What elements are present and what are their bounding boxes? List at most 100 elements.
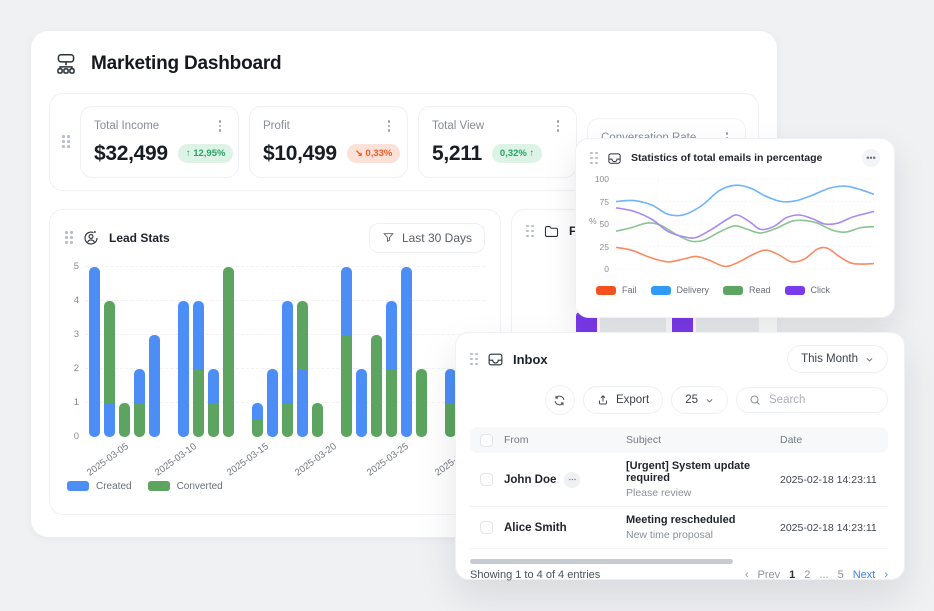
dashboard-header: Marketing Dashboard [31, 31, 777, 91]
pagination-prev[interactable]: Prev [758, 569, 781, 581]
lead-stats-card: Lead Stats Last 30 Days 543210 [49, 209, 501, 515]
search-input[interactable] [769, 394, 875, 406]
lead-bar [386, 267, 397, 437]
pagination-ellipsis[interactable]: ... [819, 569, 828, 581]
pagination-chev-next[interactable]: › [884, 569, 888, 581]
lead-bar [371, 267, 382, 437]
email-stats-title: Statistics of total emails in percentage [631, 152, 822, 164]
lead-bar-segment-created [193, 301, 204, 369]
lead-bar [119, 267, 130, 437]
stats-drag-handle[interactable] [62, 135, 70, 148]
inbox-table: From Subject Date John Doe⋯[Urgent] Syst… [470, 427, 888, 549]
trend-badge: 0,32% ↑ [492, 144, 542, 163]
lead-bar-segment-converted [193, 369, 204, 437]
lead-plot [85, 267, 485, 437]
lead-bar-segment-converted [223, 267, 234, 437]
pagination-chev-prev[interactable]: ‹ [745, 569, 749, 581]
table-header-row: From Subject Date [470, 427, 888, 453]
funnel-icon [382, 231, 395, 244]
kebab-menu-icon[interactable] [384, 118, 395, 134]
stat-label: Total View [432, 120, 484, 132]
period-dropdown[interactable]: This Month [787, 345, 888, 373]
lead-bar [356, 267, 367, 437]
legend-swatch [651, 286, 671, 295]
email-stats-card: Statistics of total emails in percentage… [575, 138, 895, 318]
refresh-icon [553, 394, 566, 407]
lead-bar-segment-converted [312, 403, 323, 437]
kebab-menu-icon[interactable] [215, 118, 226, 134]
inbox-card: Inbox This Month [455, 332, 905, 580]
lead-bar-segment-created [297, 369, 308, 437]
lead-bar-segment-converted [134, 403, 145, 437]
scrollbar-thumb[interactable] [470, 559, 733, 564]
showing-entries-text: Showing 1 to 4 of 4 entries [470, 569, 600, 581]
legend-item-fail: Fail [596, 285, 637, 295]
legend-item-read: Read [723, 285, 771, 295]
lead-bar-segment-converted [371, 335, 382, 437]
column-header-date: Date [780, 434, 886, 446]
email-y-tick: 50 [600, 219, 609, 229]
column-header-from: From [504, 434, 626, 446]
kebab-menu-icon[interactable] [553, 118, 564, 134]
row-checkbox[interactable] [480, 473, 493, 486]
lead-bar [104, 267, 115, 437]
envelope-icon [607, 151, 622, 166]
lead-bar [297, 267, 308, 437]
folder-drag-handle[interactable] [526, 225, 534, 238]
date-cell: 2025-02-18 14:23:11 [780, 522, 886, 534]
more-options-button[interactable]: ••• [862, 149, 880, 167]
folder-icon [543, 223, 560, 240]
screen: Marketing Dashboard Total Income $32,499… [0, 0, 934, 611]
lead-bar-segment-converted [386, 369, 397, 437]
inbox-table-row[interactable]: John Doe⋯[Urgent] System update required… [470, 453, 888, 507]
column-header-subject: Subject [626, 434, 780, 446]
lead-x-tick: 2025-03-25 [365, 441, 411, 478]
lead-bar [267, 267, 278, 437]
pagination-page-1[interactable]: 1 [789, 569, 795, 581]
search-field[interactable] [736, 387, 888, 413]
lead-y-tick: 1 [74, 397, 79, 408]
pagination-page-2[interactable]: 2 [804, 569, 810, 581]
lead-bar [401, 267, 412, 437]
inbox-drag-handle[interactable] [470, 353, 478, 366]
stat-card-total-view: Total View 5,211 0,32% ↑ [418, 106, 577, 178]
legend-item-created: Created [67, 481, 132, 492]
lead-y-tick: 3 [74, 329, 79, 340]
lead-y-axis: 543210 [65, 267, 85, 437]
lead-stats-drag-handle[interactable] [65, 231, 73, 244]
lead-bar-chart: 543210 [65, 267, 485, 437]
lead-bar-segment-created [356, 369, 367, 437]
lead-bar-segment-converted [104, 301, 115, 403]
export-button[interactable]: Export [583, 386, 663, 414]
date-cell: 2025-02-18 14:23:11 [780, 474, 886, 486]
stat-card-total-income: Total Income $32,499 ↑ 12,95% [80, 106, 239, 178]
legend-swatch [596, 286, 616, 295]
period-value: This Month [801, 353, 858, 365]
lead-bar-segment-created [267, 369, 278, 437]
lead-bar-segment-created [341, 267, 352, 335]
search-icon [749, 394, 761, 406]
export-icon [597, 394, 609, 406]
row-checkbox[interactable] [480, 521, 493, 534]
chevron-down-icon [705, 396, 714, 405]
pagination: ‹ Prev 12... 5 Next › [745, 569, 888, 581]
lead-stats-title: Lead Stats [109, 231, 170, 245]
legend-item-delivery: Delivery [651, 285, 710, 295]
select-all-checkbox[interactable] [480, 434, 493, 447]
legend-swatch [67, 481, 89, 491]
inbox-footer: Showing 1 to 4 of 4 entries ‹ Prev 12... 5N… [470, 569, 888, 581]
inbox-table-row[interactable]: Alice SmithMeeting rescheduledNew time p… [470, 507, 888, 549]
pagination-page-5[interactable]: 5 [838, 569, 844, 581]
legend-item-click: Click [785, 285, 831, 295]
row-menu-button[interactable]: ⋯ [564, 472, 580, 488]
lead-bar-segment-converted [252, 420, 263, 437]
refresh-button[interactable] [545, 385, 575, 415]
lead-bar-segment-created [178, 301, 189, 437]
lead-bar-segment-created [104, 403, 115, 437]
page-size-dropdown[interactable]: 25 [671, 386, 728, 414]
pagination-next[interactable]: Next [853, 569, 876, 581]
lead-legend: CreatedConverted [65, 481, 485, 492]
email-stats-drag-handle[interactable] [590, 152, 598, 165]
filter-button[interactable]: Last 30 Days [369, 223, 485, 253]
legend-swatch [723, 286, 743, 295]
